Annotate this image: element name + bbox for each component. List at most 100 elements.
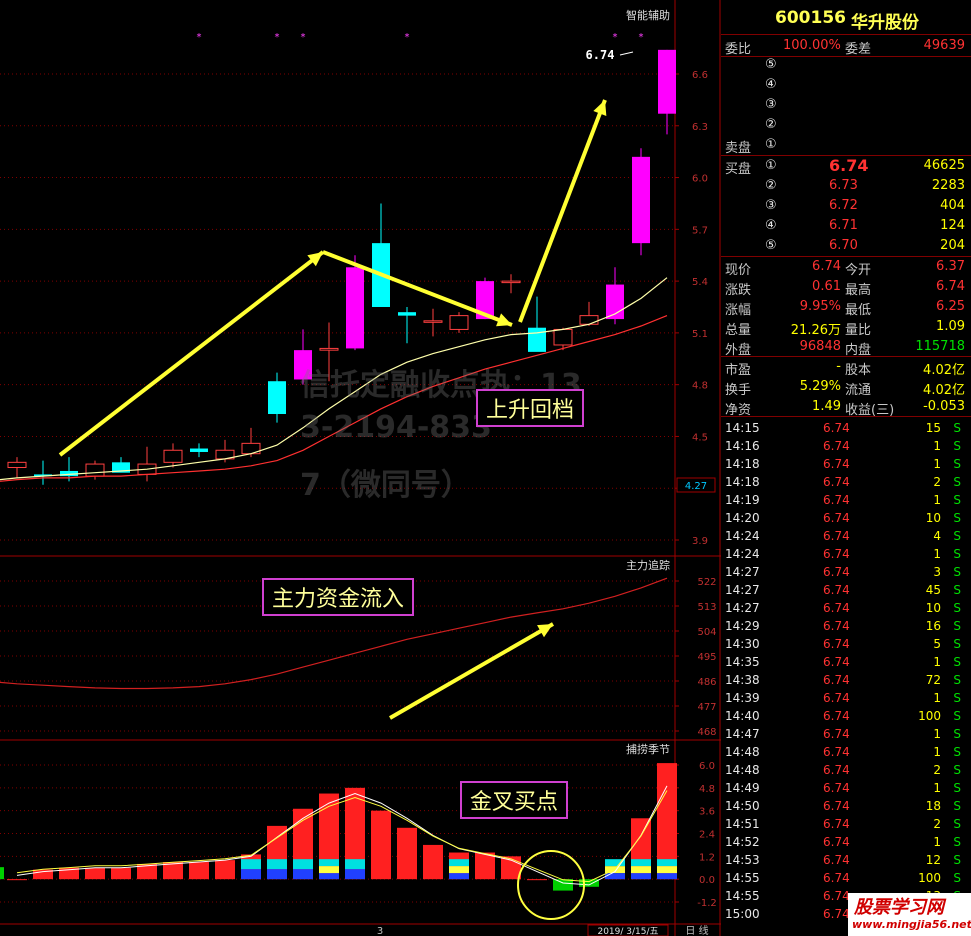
sell-level-row: ⑤ bbox=[721, 55, 971, 75]
macd-bar bbox=[215, 860, 235, 880]
tick-row: 14:20 6.74 10 S bbox=[721, 510, 971, 528]
tick-time: 14:55 bbox=[725, 871, 760, 885]
tick-row: 14:49 6.74 1 S bbox=[721, 780, 971, 798]
high-price-label: 6.74 bbox=[586, 48, 615, 62]
main-pane-title: 智能辅助 bbox=[626, 8, 670, 22]
macd-bar-band bbox=[605, 873, 625, 880]
tick-volume: 5 bbox=[933, 637, 941, 651]
tick-volume: 2 bbox=[933, 763, 941, 777]
mid-tick-label: 486 bbox=[697, 677, 716, 688]
macd-bar-band bbox=[657, 866, 677, 874]
macd-bar-band bbox=[293, 869, 313, 880]
macd-bar bbox=[527, 879, 547, 881]
tick-volume: 1 bbox=[933, 745, 941, 759]
macd-bar-band bbox=[657, 873, 677, 880]
buy-level-num: ② bbox=[765, 178, 777, 193]
tick-price: 6.74 bbox=[823, 655, 850, 669]
bottom-pane-title: 捕捞季节 bbox=[626, 742, 670, 756]
x-axis-mark: 3 bbox=[377, 926, 383, 936]
tick-row: 14:30 6.74 5 S bbox=[721, 636, 971, 654]
macd-bar-band bbox=[319, 859, 339, 867]
tick-time: 14:49 bbox=[725, 781, 760, 795]
candle-body bbox=[85, 463, 105, 477]
quote-value: 6.74 bbox=[812, 259, 841, 274]
buy-level-volume: 404 bbox=[940, 198, 965, 213]
fundamental-value: - bbox=[836, 359, 841, 374]
candle-body bbox=[658, 49, 676, 114]
macd-bar-band bbox=[267, 869, 287, 880]
tick-price: 6.74 bbox=[823, 691, 850, 705]
fundamental-label: 股本 bbox=[845, 363, 872, 378]
fundamental-row: 换手 5.29% 流通 4.02亿 bbox=[721, 377, 971, 398]
mid-tick-label: 513 bbox=[697, 602, 716, 613]
quote-row: 外盘 96848 内盘 115718 bbox=[721, 337, 971, 358]
tick-time: 14:24 bbox=[725, 529, 760, 543]
buy-level-num: ⑤ bbox=[765, 238, 777, 253]
bottom-tick-label: 0.0 bbox=[699, 875, 715, 886]
bottom-tick-label: 6.0 bbox=[699, 761, 715, 772]
fundamental-value: 4.02亿 bbox=[923, 383, 965, 398]
quote-value: 21.26万 bbox=[790, 323, 841, 338]
tick-side: S bbox=[953, 565, 961, 579]
tick-row: 14:51 6.74 2 S bbox=[721, 816, 971, 834]
quote-label: 涨幅 bbox=[725, 303, 752, 318]
tick-volume: 2 bbox=[933, 475, 941, 489]
macd-bar-band bbox=[319, 873, 339, 880]
tick-row: 14:55 6.74 100 S bbox=[721, 870, 971, 888]
signal-star: * bbox=[301, 32, 306, 43]
tick-row: 14:27 6.74 10 S bbox=[721, 600, 971, 618]
macd-bar bbox=[371, 810, 391, 880]
macd-bar-band bbox=[449, 866, 469, 874]
watermark-line2: 3-2194-833 bbox=[300, 410, 492, 445]
sell-level-num: ⑤ bbox=[765, 57, 777, 72]
tick-volume: 1 bbox=[933, 655, 941, 669]
tick-price: 6.74 bbox=[823, 727, 850, 741]
tick-volume: 1 bbox=[933, 781, 941, 795]
tick-side: S bbox=[953, 583, 961, 597]
fundamental-row: 净资 1.49 收益(三) -0.053 bbox=[721, 397, 971, 418]
tick-side: S bbox=[953, 529, 961, 543]
tick-price: 6.74 bbox=[823, 475, 850, 489]
tick-time: 14:48 bbox=[725, 763, 760, 777]
price-tick-label: 5.1 bbox=[692, 329, 708, 340]
signal-star: * bbox=[405, 32, 410, 43]
tick-side: S bbox=[953, 511, 961, 525]
tick-time: 14:16 bbox=[725, 439, 760, 453]
fundamental-label: 流通 bbox=[845, 383, 872, 398]
tick-side: S bbox=[953, 601, 961, 615]
tick-price: 6.74 bbox=[823, 853, 850, 867]
watermark-line3: 7（微同号） bbox=[300, 468, 471, 503]
quote-row: 涨跌 0.61 最高 6.74 bbox=[721, 277, 971, 298]
buy-level-row: ① 6.74 46625 bbox=[721, 156, 971, 176]
bottom-tick-label: -1.2 bbox=[697, 898, 717, 909]
tick-row: 14:24 6.74 1 S bbox=[721, 546, 971, 564]
macd-bar-band bbox=[449, 859, 469, 867]
tick-side: S bbox=[953, 763, 961, 777]
macd-bar-band bbox=[657, 859, 677, 867]
tick-row: 14:15 6.74 15 S bbox=[721, 420, 971, 438]
tick-side: S bbox=[953, 673, 961, 687]
price-tick-label: 6.6 bbox=[692, 70, 708, 81]
quote-value: 9.95% bbox=[799, 299, 841, 314]
tick-volume: 1 bbox=[933, 727, 941, 741]
macd-bar-band bbox=[631, 866, 651, 874]
tick-volume: 12 bbox=[925, 853, 941, 867]
tick-side: S bbox=[953, 691, 961, 705]
candle-body bbox=[319, 347, 339, 351]
buy-level-volume: 204 bbox=[940, 238, 965, 253]
macd-bar-band bbox=[631, 859, 651, 867]
tick-volume: 72 bbox=[925, 673, 941, 687]
tick-time: 14:40 bbox=[725, 709, 760, 723]
fundamental-value: 4.02亿 bbox=[923, 363, 965, 378]
quote-label: 最高 bbox=[845, 283, 872, 298]
quote-value: 96848 bbox=[799, 339, 841, 354]
quote-row: 现价 6.74 今开 6.37 bbox=[721, 257, 971, 278]
fundamental-label: 换手 bbox=[725, 383, 752, 398]
macd-bar bbox=[475, 852, 495, 880]
buy-level-price: 6.74 bbox=[829, 156, 869, 175]
tick-volume: 16 bbox=[925, 619, 941, 633]
candle-body bbox=[632, 156, 650, 244]
tick-time: 14:27 bbox=[725, 601, 760, 615]
sell-level-num: ③ bbox=[765, 97, 777, 112]
candle-body bbox=[501, 280, 521, 284]
